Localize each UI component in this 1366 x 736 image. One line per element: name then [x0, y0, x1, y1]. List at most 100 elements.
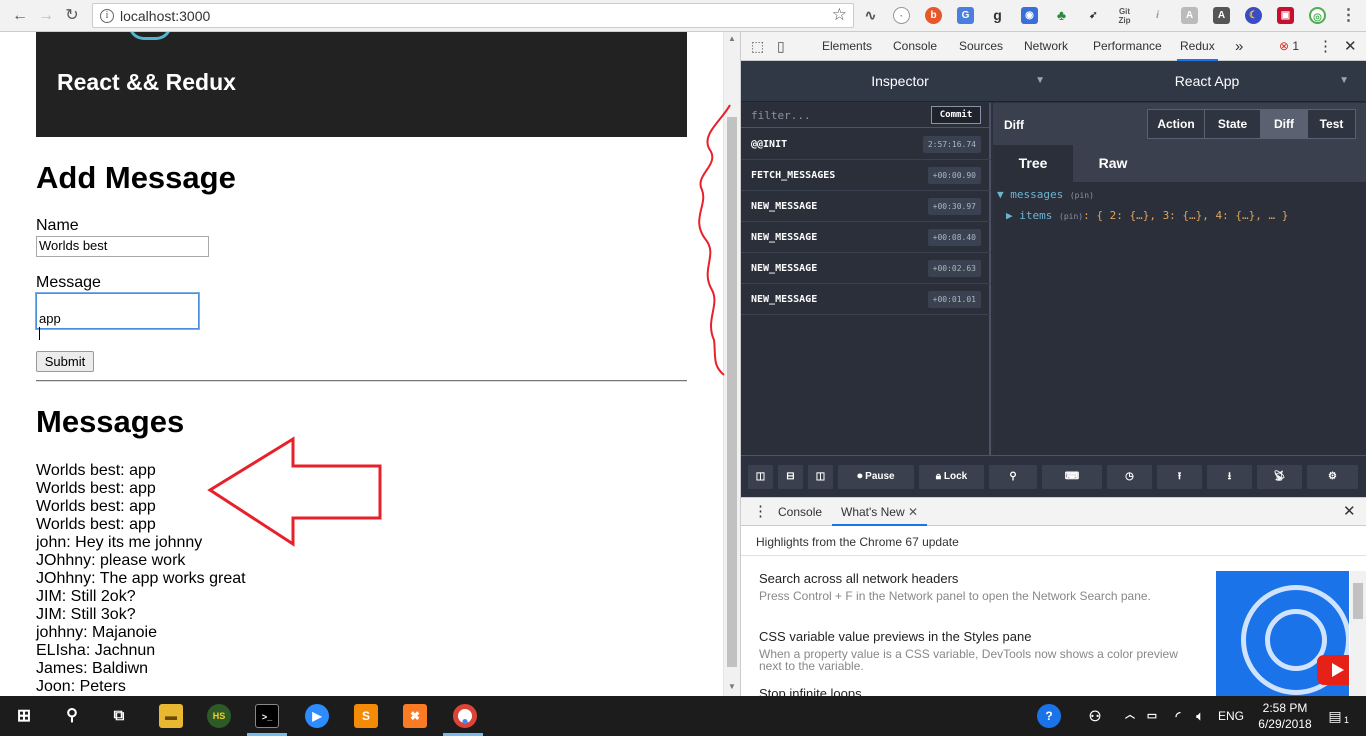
- info-icon[interactable]: i: [100, 9, 114, 23]
- scroll-up-arrow-icon[interactable]: ▲: [724, 34, 740, 43]
- tab-state[interactable]: State: [1204, 109, 1261, 139]
- action-item[interactable]: FETCH_MESSAGES +00:00.90: [741, 160, 991, 191]
- tab-tree[interactable]: Tree: [993, 145, 1073, 182]
- page-scrollbar[interactable]: ▲ ▼: [723, 32, 740, 696]
- back-arrow-icon[interactable]: ←: [10, 6, 30, 26]
- bookmark-star-icon[interactable]: ☆: [832, 5, 847, 25]
- file-explorer-icon[interactable]: ▬: [159, 704, 183, 728]
- xampp-icon[interactable]: ✖: [403, 704, 427, 728]
- drawer-tab-whats-new[interactable]: What's New ✕: [832, 498, 928, 526]
- forward-arrow-icon[interactable]: →: [36, 6, 56, 26]
- zoom-icon[interactable]: ▶: [305, 704, 329, 728]
- chrome-67-video-thumbnail[interactable]: [1216, 571, 1349, 697]
- drawer-tab-console[interactable]: Console: [778, 498, 822, 526]
- lock-button[interactable]: 🔒︎ Lock: [919, 465, 984, 489]
- tree-node-messages[interactable]: ▼ messages (pin): [997, 188, 1094, 201]
- action-item[interactable]: @@INIT 2:57:16.74: [741, 129, 991, 160]
- action-item[interactable]: NEW_MESSAGE +00:02.63: [741, 253, 991, 284]
- tree-node-items[interactable]: ▶ items (pin): { 2: {…}, 3: {…}, 4: {…},…: [1006, 209, 1288, 222]
- windows-start-icon[interactable]: ⊞: [12, 704, 36, 728]
- sublime-text-icon[interactable]: S: [354, 704, 378, 728]
- page-scrollbar-thumb[interactable]: [727, 117, 737, 667]
- g-extension-icon[interactable]: g: [989, 7, 1006, 24]
- italic-extension-icon[interactable]: i: [1149, 7, 1166, 24]
- moon-extension-icon[interactable]: ☾: [1245, 7, 1262, 24]
- tab-network[interactable]: Network: [1024, 32, 1068, 61]
- right-monitor-icon[interactable]: ◫: [808, 465, 833, 489]
- expand-arrow-icon[interactable]: ▼: [997, 188, 1004, 201]
- angular-grey-extension-icon[interactable]: A: [1181, 7, 1198, 24]
- help-icon[interactable]: ?: [1037, 704, 1061, 728]
- whats-new-title[interactable]: Search across all network headers: [759, 571, 1179, 586]
- youtube-play-icon[interactable]: [1317, 655, 1349, 685]
- gitzip-extension-icon[interactable]: Git Zip: [1116, 7, 1133, 25]
- upload-icon[interactable]: ⭱: [1157, 465, 1202, 489]
- green-extension-icon[interactable]: ◎: [1309, 7, 1326, 24]
- error-count-badge[interactable]: ⊗ 1: [1279, 32, 1299, 61]
- drawer-scrollbar-thumb[interactable]: [1353, 583, 1363, 619]
- b-extension-icon[interactable]: b: [925, 7, 942, 24]
- cursor-extension-icon[interactable]: ➹: [1085, 7, 1102, 24]
- tab-diff[interactable]: Diff: [1260, 109, 1308, 139]
- instance-select[interactable]: React App ▼: [1057, 61, 1357, 102]
- devtools-menu-icon[interactable]: ⋮: [1318, 32, 1333, 61]
- inspector-select[interactable]: Inspector ▼: [747, 61, 1053, 102]
- notification-icon[interactable]: ▤ 1: [1323, 704, 1349, 728]
- hs-app-icon[interactable]: HS: [207, 704, 231, 728]
- remote-icon[interactable]: 📡︎: [1257, 465, 1302, 489]
- tab-performance[interactable]: Performance: [1093, 32, 1162, 61]
- shield-extension-icon[interactable]: ◉: [1021, 7, 1038, 24]
- tab-sources[interactable]: Sources: [959, 32, 1003, 61]
- chrome-icon[interactable]: ●: [453, 704, 477, 728]
- extension-icon[interactable]: ·: [893, 7, 910, 24]
- volume-icon[interactable]: 🔈︎: [1188, 704, 1212, 728]
- drawer-scrollbar[interactable]: [1350, 571, 1366, 697]
- tab-elements[interactable]: Elements: [822, 32, 872, 61]
- pause-button[interactable]: ⏺ Pause: [838, 465, 914, 489]
- tab-action[interactable]: Action: [1147, 109, 1205, 139]
- device-toolbar-icon[interactable]: ▯: [777, 32, 785, 61]
- search-icon[interactable]: ⚲: [60, 704, 84, 728]
- tree-extension-icon[interactable]: ♣: [1053, 7, 1070, 24]
- action-item[interactable]: NEW_MESSAGE +00:08.40: [741, 222, 991, 253]
- translate-extension-icon[interactable]: G: [957, 7, 974, 24]
- reload-icon[interactable]: ↻: [62, 6, 82, 26]
- timer-icon[interactable]: ◷: [1107, 465, 1152, 489]
- action-item[interactable]: NEW_MESSAGE +00:01.01: [741, 284, 991, 315]
- inspect-element-icon[interactable]: ⬚: [751, 32, 764, 61]
- download-icon[interactable]: ⭳: [1207, 465, 1252, 489]
- pin-icon[interactable]: ⚲: [989, 465, 1037, 489]
- filter-input[interactable]: filter... Commit: [741, 103, 991, 128]
- bottom-monitor-icon[interactable]: ⊟: [778, 465, 803, 489]
- submit-button[interactable]: Submit: [36, 351, 94, 372]
- name-input[interactable]: Worlds best: [36, 236, 209, 257]
- pin-link[interactable]: (pin): [1070, 191, 1094, 200]
- wifi-icon[interactable]: ◜: [1166, 704, 1190, 728]
- tab-console[interactable]: Console: [893, 32, 937, 61]
- action-item[interactable]: NEW_MESSAGE +00:30.97: [741, 191, 991, 222]
- red-extension-icon[interactable]: ▣: [1277, 7, 1294, 24]
- people-icon[interactable]: ⚇: [1083, 704, 1107, 728]
- language-indicator[interactable]: ENG: [1213, 704, 1249, 728]
- task-view-icon[interactable]: ⧉: [107, 704, 131, 728]
- message-textarea[interactable]: app: [36, 293, 199, 340]
- tab-raw[interactable]: Raw: [1073, 145, 1153, 182]
- close-drawer-icon[interactable]: ✕: [1343, 498, 1356, 526]
- clock[interactable]: 2:58 PM 6/29/2018: [1255, 700, 1315, 732]
- more-tabs-icon[interactable]: »: [1235, 32, 1243, 61]
- scroll-down-arrow-icon[interactable]: ▼: [724, 682, 740, 691]
- chrome-menu-icon[interactable]: ⋮: [1340, 7, 1357, 24]
- keyboard-icon[interactable]: ⌨: [1042, 465, 1102, 489]
- angular-extension-icon[interactable]: A: [1213, 7, 1230, 24]
- tab-redux[interactable]: Redux: [1177, 32, 1218, 61]
- left-monitor-icon[interactable]: ◫: [748, 465, 773, 489]
- whats-new-title[interactable]: CSS variable value previews in the Style…: [759, 629, 1179, 644]
- terminal-icon[interactable]: >_: [255, 704, 279, 728]
- commit-button[interactable]: Commit: [931, 106, 981, 124]
- collapse-arrow-icon[interactable]: ▶: [1006, 209, 1013, 222]
- drawer-menu-icon[interactable]: ⋮: [753, 498, 768, 526]
- settings-gear-icon[interactable]: ⚙: [1307, 465, 1358, 489]
- tab-test[interactable]: Test: [1307, 109, 1356, 139]
- close-devtools-icon[interactable]: ✕: [1344, 32, 1357, 61]
- battery-icon[interactable]: ▭: [1140, 704, 1164, 728]
